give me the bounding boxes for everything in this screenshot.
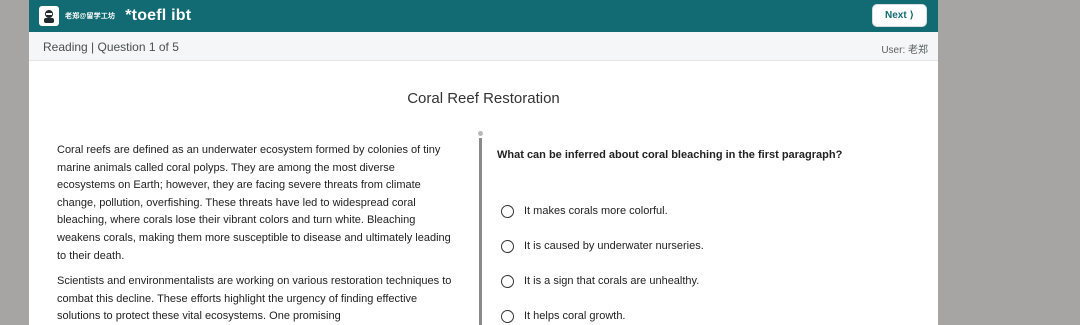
- next-button[interactable]: Next ⟩: [872, 4, 927, 27]
- pane-divider[interactable]: [479, 138, 482, 325]
- answer-option-label: It helps coral growth.: [524, 309, 626, 322]
- passage-paragraph: Coral reefs are defined as an underwater…: [57, 144, 451, 262]
- brand: 老郑@留学工坊 *toefl ibt: [39, 4, 191, 28]
- brand-chinese-label: 老郑@留学工坊: [65, 13, 116, 20]
- answer-option[interactable]: It is a sign that corals are unhealthy.: [501, 264, 921, 299]
- header-bar: 老郑@留学工坊 *toefl ibt Next ⟩: [29, 0, 938, 32]
- user-label: User: 老郑: [881, 45, 928, 56]
- test-window: 老郑@留学工坊 *toefl ibt Next ⟩ Reading | Ques…: [29, 0, 938, 325]
- question-info-bar: Reading | Question 1 of 5 User: 老郑: [29, 32, 938, 61]
- answer-option-label: It is caused by underwater nurseries.: [524, 239, 704, 252]
- reading-passage: Coral reefs are defined as an underwater…: [57, 142, 453, 325]
- toefl-logo: *toefl ibt: [125, 7, 192, 24]
- answer-options: It makes corals more colorful. It is cau…: [501, 194, 921, 325]
- radio-icon[interactable]: [501, 240, 514, 253]
- radio-icon[interactable]: [501, 275, 514, 288]
- answer-option[interactable]: It is caused by underwater nurseries.: [501, 229, 921, 264]
- answer-option[interactable]: It makes corals more colorful.: [501, 194, 921, 229]
- passage-paragraph: Scientists and environmentalists are wor…: [57, 275, 452, 323]
- answer-option[interactable]: It helps coral growth.: [501, 299, 921, 325]
- pane-resize-handle[interactable]: [478, 131, 483, 136]
- radio-icon[interactable]: [501, 205, 514, 218]
- radio-icon[interactable]: [501, 310, 514, 323]
- answer-option-label: It makes corals more colorful.: [524, 204, 668, 217]
- section-breadcrumb: Reading | Question 1 of 5: [43, 40, 179, 54]
- answer-option-label: It is a sign that corals are unhealthy.: [524, 274, 700, 287]
- avatar-icon: [39, 6, 59, 26]
- question-text: What can be inferred about coral bleachi…: [497, 149, 843, 161]
- passage-title: Coral Reef Restoration: [407, 90, 560, 107]
